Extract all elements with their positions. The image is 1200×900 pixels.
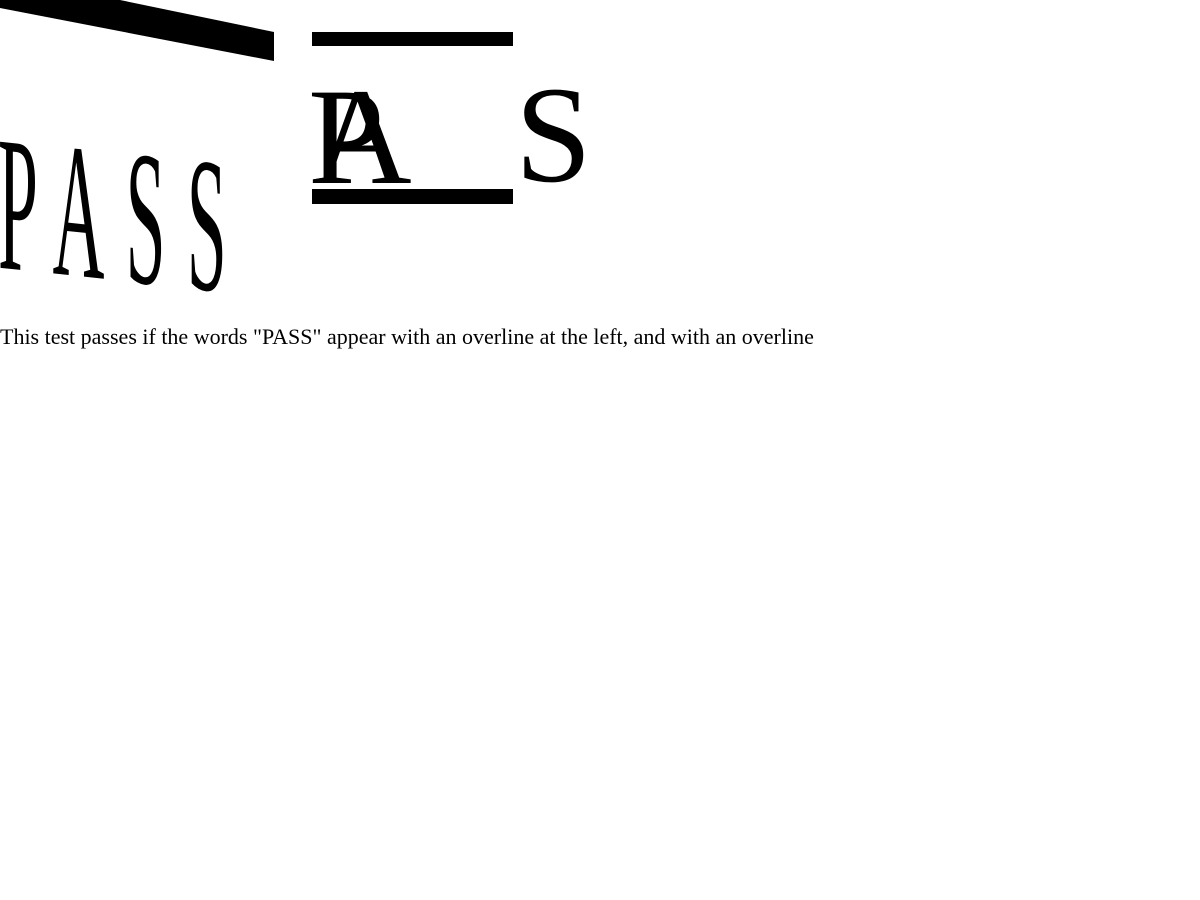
test-description: This test passes if the words "PASS" app… — [0, 324, 814, 349]
right-letter-s: S — [515, 58, 592, 211]
right-pass-graphic: P A S — [308, 32, 592, 213]
right-overline — [312, 32, 513, 46]
left-pass-sample: PASS — [0, 0, 280, 300]
right-underline — [312, 189, 513, 204]
test-stage: PASS P A S — [0, 0, 1200, 300]
left-pass-word: PASS — [0, 96, 248, 300]
left-pass-graphic: PASS — [0, 0, 274, 300]
left-overline — [0, 0, 274, 61]
right-pass-sample: P A S — [300, 0, 620, 230]
